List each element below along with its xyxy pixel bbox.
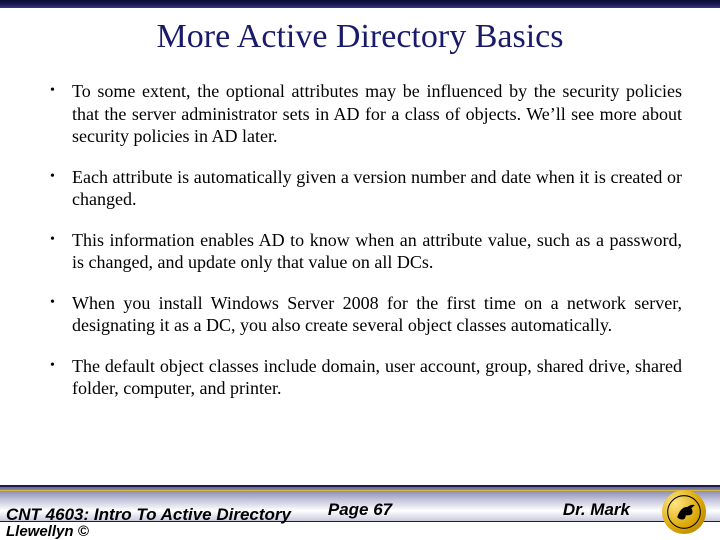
bullet-item: • To some extent, the optional attribute…	[50, 80, 682, 148]
top-accent-bar	[0, 0, 720, 8]
bullet-text: When you install Windows Server 2008 for…	[72, 292, 682, 337]
bullet-item: • When you install Windows Server 2008 f…	[50, 292, 682, 337]
bullet-dot: •	[50, 355, 72, 377]
bullet-item: • Each attribute is automatically given …	[50, 166, 682, 211]
university-logo	[662, 490, 706, 534]
bullet-dot: •	[50, 229, 72, 251]
footer-copyright: Llewellyn ©	[6, 524, 291, 540]
bullet-dot: •	[50, 80, 72, 102]
slide: More Active Directory Basics • To some e…	[0, 0, 720, 540]
bullet-dot: •	[50, 292, 72, 314]
bullet-text: The default object classes include domai…	[72, 355, 682, 400]
bullet-text: To some extent, the optional attributes …	[72, 80, 682, 148]
bullet-item: • The default object classes include dom…	[50, 355, 682, 400]
footer-author: Dr. Mark	[563, 500, 630, 520]
pegasus-icon	[667, 495, 701, 529]
footer: CNT 4603: Intro To Active Directory Llew…	[0, 514, 720, 540]
bullet-item: • This information enables AD to know wh…	[50, 229, 682, 274]
bullet-text: This information enables AD to know when…	[72, 229, 682, 274]
bullet-dot: •	[50, 166, 72, 188]
slide-body: • To some extent, the optional attribute…	[50, 80, 682, 418]
bullet-text: Each attribute is automatically given a …	[72, 166, 682, 211]
slide-title: More Active Directory Basics	[0, 18, 720, 56]
